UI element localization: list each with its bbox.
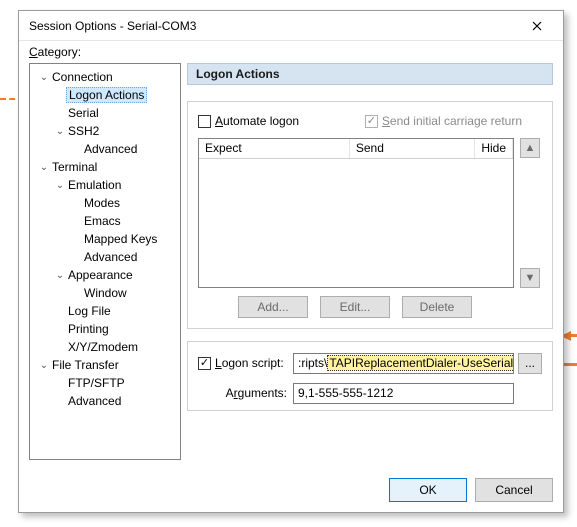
checkbox-icon [365, 115, 378, 128]
section-header: Logon Actions [187, 63, 553, 85]
chevron-down-icon: ⌄ [38, 360, 50, 371]
tree-node-label: X/Y/Zmodem [66, 340, 140, 354]
expect-send-table[interactable]: Expect Send Hide [198, 138, 514, 288]
tree-node-file-transfer[interactable]: ⌄File Transfer [32, 356, 178, 374]
add-button[interactable]: Add... [238, 296, 308, 318]
tree-node-mapped-keys[interactable]: Mapped Keys [32, 230, 178, 248]
col-expect: Expect [199, 139, 350, 158]
chevron-down-icon: ⌄ [38, 162, 50, 173]
window-title: Session Options - Serial-COM3 [29, 19, 196, 33]
tree-node-label: Terminal [50, 160, 99, 174]
tree-node-logon-actions[interactable]: Logon Actions [32, 86, 178, 104]
logon-script-value-prefix: :ripts\ [298, 356, 327, 370]
automate-logon-checkbox[interactable]: Automate logon [198, 112, 299, 130]
move-down-button[interactable]: ▼ [520, 268, 540, 288]
category-tree[interactable]: ⌄ConnectionLogon ActionsSerial⌄SSH2Advan… [29, 63, 181, 460]
tree-node-advanced[interactable]: Advanced [32, 140, 178, 158]
automate-group: Automate logon Send initial carriage ret… [187, 101, 553, 329]
tree-node-serial[interactable]: Serial [32, 104, 178, 122]
tree-node-label: SSH2 [66, 124, 101, 138]
logon-script-checkbox[interactable]: Logon script: [198, 354, 284, 372]
titlebar: Session Options - Serial-COM3 [19, 11, 563, 41]
tree-node-printing[interactable]: Printing [32, 320, 178, 338]
tree-node-label: Connection [50, 70, 115, 84]
tree-node-label: Advanced [82, 250, 139, 264]
tree-node-label: Advanced [82, 142, 139, 156]
dialog-buttons: OK Cancel [389, 478, 553, 502]
tree-node-window[interactable]: Window [32, 284, 178, 302]
tree-node-x-y-zmodem[interactable]: X/Y/Zmodem [32, 338, 178, 356]
right-pane: Logon Actions Automate logon Send initia… [187, 63, 553, 460]
chevron-down-icon: ⌄ [54, 126, 66, 137]
tree-node-label: File Transfer [50, 358, 121, 372]
tree-node-terminal[interactable]: ⌄Terminal [32, 158, 178, 176]
tree-node-label: Modes [82, 196, 122, 210]
logon-script-value-selected: TAPIReplacementDialer-UseSerial.vbs [327, 355, 514, 371]
chevron-down-icon: ⌄ [54, 270, 66, 281]
arguments-label: Arguments: [226, 386, 287, 400]
tree-node-label: Printing [66, 322, 111, 336]
callout-arrow-logon-right [562, 334, 577, 337]
tree-node-label: Advanced [66, 394, 123, 408]
tree-node-connection[interactable]: ⌄Connection [32, 68, 178, 86]
chevron-down-icon: ⌄ [38, 72, 50, 83]
tree-node-emacs[interactable]: Emacs [32, 212, 178, 230]
edit-button[interactable]: Edit... [320, 296, 390, 318]
tree-node-label: Log File [66, 304, 113, 318]
tree-node-appearance[interactable]: ⌄Appearance [32, 266, 178, 284]
tree-node-advanced[interactable]: Advanced [32, 248, 178, 266]
move-up-button[interactable]: ▲ [520, 138, 540, 158]
tree-node-label: Serial [66, 106, 101, 120]
section-title: Logon Actions [196, 67, 280, 81]
tree-node-label: Emacs [82, 214, 123, 228]
tree-node-ssh2[interactable]: ⌄SSH2 [32, 122, 178, 140]
send-initial-cr-label: Send initial carriage return [382, 114, 522, 128]
table-button-row: Add... Edit... Delete [188, 296, 522, 318]
category-label: Category: [29, 45, 553, 59]
tree-node-advanced[interactable]: Advanced [32, 392, 178, 410]
checkbox-icon [198, 115, 211, 128]
tree-node-log-file[interactable]: Log File [32, 302, 178, 320]
checkbox-icon [198, 357, 211, 370]
arguments-input[interactable] [293, 383, 514, 404]
tree-node-ftp-sftp[interactable]: FTP/SFTP [32, 374, 178, 392]
send-initial-cr-checkbox: Send initial carriage return [365, 112, 522, 130]
tree-node-emulation[interactable]: ⌄Emulation [32, 176, 178, 194]
browse-button[interactable]: ... [518, 353, 542, 374]
col-send: Send [350, 139, 475, 158]
tree-node-label: Appearance [66, 268, 135, 282]
dialog-window: Session Options - Serial-COM3 Category: … [18, 10, 564, 513]
automate-logon-label: Automate logon [215, 114, 299, 128]
cancel-button[interactable]: Cancel [475, 478, 553, 502]
logon-script-label: Logon script: [215, 356, 284, 370]
tree-node-label: Logon Actions [66, 87, 147, 103]
tree-node-modes[interactable]: Modes [32, 194, 178, 212]
tree-node-label: Window [82, 286, 129, 300]
close-button[interactable] [517, 12, 557, 40]
table-header: Expect Send Hide [199, 139, 513, 159]
script-group: Logon script: :ripts\TAPIReplacementDial… [187, 341, 553, 411]
reorder-buttons: ▲ ▼ [520, 138, 540, 288]
tree-node-label: Mapped Keys [82, 232, 159, 246]
delete-button[interactable]: Delete [402, 296, 472, 318]
close-icon [532, 21, 542, 31]
tree-node-label: Emulation [66, 178, 123, 192]
ok-button[interactable]: OK [389, 478, 467, 502]
logon-script-input[interactable]: :ripts\TAPIReplacementDialer-UseSerial.v… [293, 353, 514, 374]
tree-node-label: FTP/SFTP [66, 376, 127, 390]
col-hide: Hide [475, 139, 513, 158]
chevron-down-icon: ⌄ [54, 180, 66, 191]
